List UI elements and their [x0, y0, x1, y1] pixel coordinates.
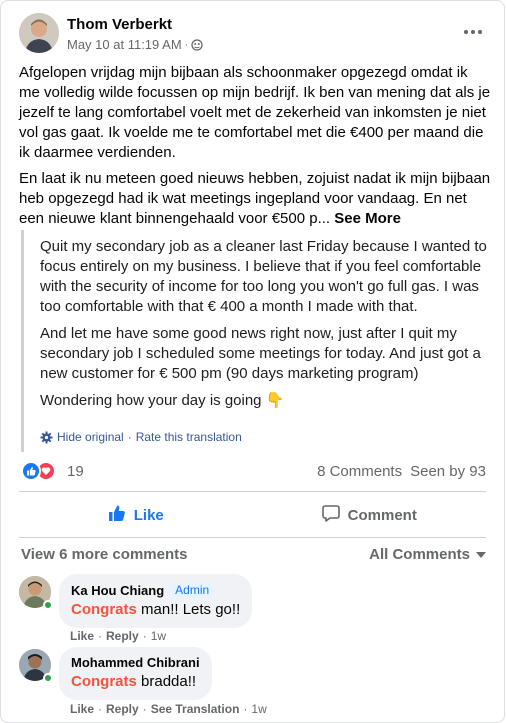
post-meta: May 10 at 11:19 AM ·	[67, 37, 203, 52]
comment-bubble: Ka Hou Chiang Admin Congrats man!! Lets …	[59, 574, 253, 628]
highlighted-word: Congrats	[71, 601, 137, 618]
admin-badge: Admin	[170, 582, 215, 598]
translation-paragraph: And let me have some good news right now…	[40, 325, 481, 382]
translation-paragraph: Wondering how your day is going 👇	[40, 392, 285, 409]
comment-like-button[interactable]: Like	[70, 702, 94, 716]
online-status-indicator	[43, 673, 53, 683]
comments-bar: View 6 more comments All Comments	[21, 546, 486, 566]
divider	[19, 491, 486, 492]
highlighted-word: Congrats	[71, 673, 137, 690]
comment: Ka Hou Chiang Admin Congrats man!! Lets …	[19, 574, 486, 644]
translation-paragraph: Quit my secondary job as a cleaner last …	[40, 238, 487, 315]
post-body: Afgelopen vrijdag mijn bijbaan als schoo…	[19, 63, 491, 235]
comment-timestamp[interactable]: 1w	[151, 629, 166, 643]
meta-separator: ·	[184, 38, 189, 51]
comment-action-separator: ·	[243, 702, 248, 716]
comment-action-separator: ·	[98, 629, 103, 643]
commenter-name[interactable]: Ka Hou Chiang	[71, 583, 164, 598]
comment-reply-button[interactable]: Reply	[106, 702, 139, 716]
post-actions: Like Comment	[19, 497, 486, 533]
author-avatar[interactable]	[19, 13, 59, 53]
seen-by-count[interactable]: Seen by 93	[410, 463, 486, 480]
author-name[interactable]: Thom Verberkt	[67, 16, 172, 33]
hide-original-link[interactable]: Hide original	[57, 430, 124, 444]
comment-actions: Like · Reply · 1w	[70, 629, 166, 643]
like-label: Like	[133, 506, 164, 524]
see-translation-button[interactable]: See Translation	[151, 702, 240, 716]
comment: Mohammed Chibrani Congrats bradda!! Like…	[19, 647, 486, 721]
comment-action-separator: ·	[98, 702, 103, 716]
commenter-name-row: Ka Hou Chiang Admin	[71, 582, 240, 598]
rate-translation-link[interactable]: Rate this translation	[136, 430, 242, 444]
commenter-name-row: Mohammed Chibrani	[71, 655, 200, 670]
translation-separator: ·	[127, 430, 132, 444]
comment-bubble: Mohammed Chibrani Congrats bradda!!	[59, 647, 212, 700]
post-stats: 19 8 Comments Seen by 93	[21, 461, 486, 483]
reactions[interactable]	[21, 461, 56, 481]
comments-count[interactable]: 8 Comments	[317, 463, 402, 480]
post-card: Thom Verberkt May 10 at 11:19 AM · Afgel…	[0, 0, 505, 723]
like-reaction-icon	[21, 461, 41, 481]
comment-text: Congrats man!! Lets go!!	[71, 600, 240, 620]
post-timestamp[interactable]: May 10 at 11:19 AM	[67, 37, 182, 52]
comment-label: Comment	[347, 506, 417, 524]
translation-links: Hide original · Rate this translation	[40, 430, 242, 444]
group-icon	[191, 38, 203, 51]
commenter-name[interactable]: Mohammed Chibrani	[71, 655, 200, 670]
post-header: Thom Verberkt May 10 at 11:19 AM ·	[19, 13, 488, 57]
comment-filter-dropdown[interactable]: All Comments	[369, 546, 486, 563]
more-options-icon[interactable]	[460, 21, 486, 43]
comment-action-separator: ·	[142, 629, 147, 643]
comment-button[interactable]: Comment	[253, 497, 487, 533]
comment-filter-label: All Comments	[369, 546, 470, 563]
thumbs-up-icon	[108, 504, 126, 526]
comment-action-separator: ·	[142, 702, 147, 716]
post-paragraph-text: En laat ik nu meteen goed nieuws hebben,…	[19, 170, 491, 227]
post-paragraph: En laat ik nu meteen goed nieuws hebben,…	[19, 169, 491, 229]
comment-like-button[interactable]: Like	[70, 629, 94, 643]
view-more-comments-link[interactable]: View 6 more comments	[21, 546, 187, 563]
online-status-indicator	[43, 600, 53, 610]
see-more-link[interactable]: See More	[334, 210, 401, 227]
translation-block: Quit my secondary job as a cleaner last …	[21, 230, 491, 452]
post-paragraph: Afgelopen vrijdag mijn bijbaan als schoo…	[19, 64, 491, 161]
comment-text: Congrats bradda!!	[71, 672, 200, 692]
comment-icon	[321, 504, 340, 526]
comment-text-rest: bradda!!	[136, 673, 197, 690]
comment-actions: Like · Reply · See Translation · 1w	[70, 702, 267, 716]
stats-right: 8 Comments Seen by 93	[317, 463, 486, 480]
comment-reply-button[interactable]: Reply	[106, 629, 139, 643]
like-button[interactable]: Like	[19, 497, 253, 533]
gear-icon[interactable]	[40, 431, 53, 444]
comment-timestamp[interactable]: 1w	[251, 702, 266, 716]
comment-text-rest: man!! Lets go!!	[136, 601, 241, 618]
caret-down-icon	[476, 551, 486, 558]
divider	[19, 537, 486, 538]
reaction-count[interactable]: 19	[67, 463, 84, 480]
